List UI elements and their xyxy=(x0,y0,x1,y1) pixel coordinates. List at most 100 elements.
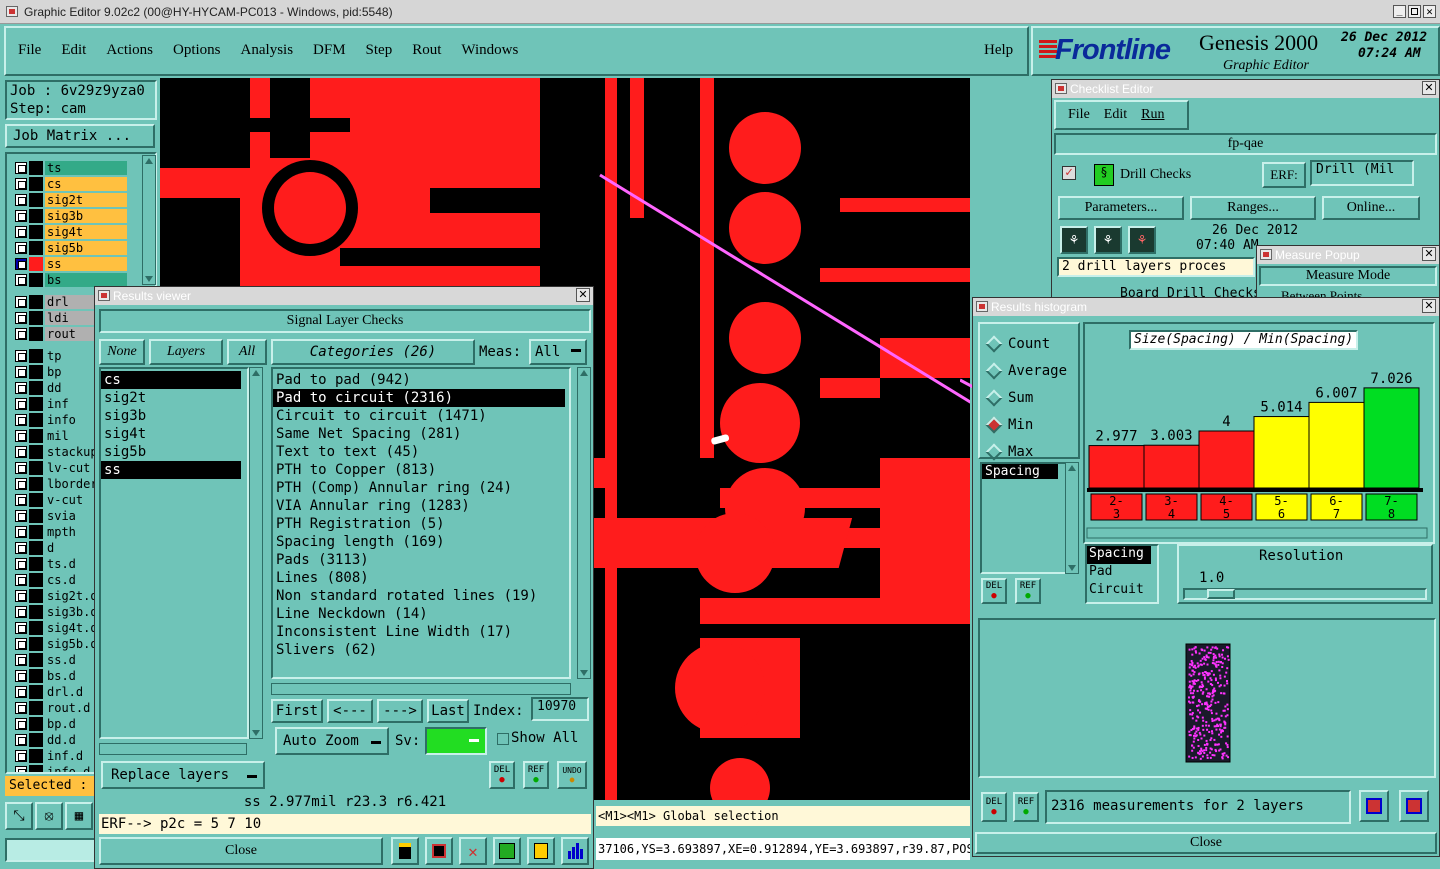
histogram-ref2-button[interactable]: REF ● xyxy=(1013,792,1039,822)
category-item[interactable]: Pad to circuit (2316) xyxy=(273,389,565,407)
layer-checkbox[interactable] xyxy=(15,398,27,410)
layers-all-button[interactable]: All xyxy=(227,339,267,365)
layer-name[interactable]: ss xyxy=(45,257,127,271)
menu-analysis[interactable]: Analysis xyxy=(241,42,294,59)
layer-checkbox[interactable] xyxy=(15,446,27,458)
layer-color-swatch[interactable] xyxy=(29,685,43,699)
layer-color-swatch[interactable] xyxy=(29,327,43,341)
layer-row[interactable]: sig5b xyxy=(15,240,127,256)
layer-checkbox[interactable] xyxy=(15,312,27,324)
categories-hscroll[interactable] xyxy=(271,683,571,695)
categories-scrollbar[interactable] xyxy=(577,367,591,679)
layer-color-swatch[interactable] xyxy=(29,621,43,635)
tool-grid-icon[interactable]: ▦ xyxy=(65,802,93,830)
nav-prev-button[interactable]: <--- xyxy=(327,699,373,723)
histogram-bar[interactable] xyxy=(1198,430,1255,489)
category-item[interactable]: Pad to pad (942) xyxy=(273,371,565,389)
layer-color-swatch[interactable] xyxy=(29,509,43,523)
layer-checkbox[interactable] xyxy=(15,590,27,602)
sv-dropdown[interactable] xyxy=(425,727,487,755)
tool-twelve-icon[interactable] xyxy=(493,837,521,865)
category-item[interactable]: Text to text (45) xyxy=(273,443,565,461)
layer-row[interactable]: sig4t xyxy=(15,224,127,240)
results-layer-scrollbar[interactable] xyxy=(249,367,263,739)
menu-actions[interactable]: Actions xyxy=(106,42,153,59)
category-item[interactable]: Pads (3113) xyxy=(273,551,565,569)
layer-checkbox[interactable] xyxy=(15,670,27,682)
layer-checkbox[interactable] xyxy=(15,382,27,394)
histogram-del2-button[interactable]: DEL ● xyxy=(981,792,1007,822)
layer-color-swatch[interactable] xyxy=(29,749,43,763)
layer-checkbox[interactable] xyxy=(15,414,27,426)
layer-color-swatch[interactable] xyxy=(29,413,43,427)
layer-checkbox[interactable] xyxy=(15,526,27,538)
parameters-button[interactable]: Parameters... xyxy=(1058,196,1184,220)
layer-color-swatch[interactable] xyxy=(29,397,43,411)
layer-checkbox[interactable] xyxy=(15,462,27,474)
histogram-mode-min[interactable]: Min xyxy=(985,411,1078,438)
histogram-del-button[interactable]: DEL ● xyxy=(981,578,1007,604)
layer-checkbox[interactable] xyxy=(15,494,27,506)
close-window-button[interactable]: ✕ xyxy=(1423,5,1436,18)
layer-name[interactable]: sig4t xyxy=(45,225,127,239)
layer-name[interactable]: sig3b xyxy=(45,209,127,223)
online-button[interactable]: Online... xyxy=(1322,196,1420,220)
layer-checkbox[interactable] xyxy=(15,296,27,308)
layer-row[interactable]: sig3b xyxy=(15,208,127,224)
resolution-slider-thumb[interactable] xyxy=(1207,589,1235,599)
histogram-bar[interactable] xyxy=(1253,416,1310,489)
radio-icon[interactable] xyxy=(985,443,1003,460)
layer-row[interactable]: ts xyxy=(15,160,127,176)
layer-checkbox[interactable] xyxy=(15,574,27,586)
histogram-bar[interactable] xyxy=(1143,444,1200,489)
layer-color-swatch[interactable] xyxy=(29,445,43,459)
results-layer-item[interactable]: sig5b xyxy=(101,443,241,461)
checklist-close-icon[interactable]: ✕ xyxy=(1422,81,1436,95)
layer-color-swatch[interactable] xyxy=(29,573,43,587)
layer-checkbox[interactable] xyxy=(15,702,27,714)
check-checkbox[interactable]: ✓ xyxy=(1062,166,1076,180)
histogram-close-button[interactable]: Close xyxy=(975,832,1437,854)
histogram-mode-average[interactable]: Average xyxy=(985,357,1078,384)
auto-zoom-dropdown[interactable]: Auto Zoom xyxy=(275,727,389,755)
histogram-axis-item[interactable]: Circuit xyxy=(1087,582,1157,600)
tool-report-icon[interactable] xyxy=(527,837,555,865)
histogram-axis-item[interactable]: Pad xyxy=(1087,564,1157,582)
layer-color-swatch[interactable] xyxy=(29,477,43,491)
layer-checkbox[interactable] xyxy=(15,478,27,490)
layer-list-scrollbar[interactable] xyxy=(142,155,156,285)
layer-color-swatch[interactable] xyxy=(29,717,43,731)
erf-value[interactable]: Drill (Mil xyxy=(1310,160,1414,186)
category-item[interactable]: Non standard rotated lines (19) xyxy=(273,587,565,605)
run-stop-icon[interactable]: ⚘ xyxy=(1128,226,1156,254)
tool-zoom-icon[interactable]: ⤡ xyxy=(5,802,33,830)
checklist-menu-run[interactable]: Run xyxy=(1141,107,1164,123)
layer-color-swatch[interactable] xyxy=(29,349,43,363)
maximize-button[interactable] xyxy=(1408,5,1421,18)
minimize-button[interactable]: _ xyxy=(1393,5,1406,18)
histogram-hscroll[interactable] xyxy=(1086,527,1428,539)
layer-checkbox[interactable] xyxy=(15,430,27,442)
histogram-mode-max[interactable]: Max xyxy=(985,438,1078,465)
ranges-button[interactable]: Ranges... xyxy=(1190,196,1316,220)
results-layer-item[interactable]: sig3b xyxy=(101,407,241,425)
layer-checkbox[interactable] xyxy=(15,638,27,650)
menu-windows[interactable]: Windows xyxy=(461,42,518,59)
histogram-field-scrollbar[interactable] xyxy=(1065,462,1079,574)
radio-icon[interactable] xyxy=(985,389,1003,406)
run-step-icon[interactable]: ⚘ xyxy=(1094,226,1122,254)
layer-color-swatch[interactable] xyxy=(29,765,43,772)
checklist-menu-edit[interactable]: Edit xyxy=(1104,107,1127,123)
layer-row[interactable]: ss xyxy=(15,256,127,272)
layer-checkbox[interactable] xyxy=(15,750,27,762)
rv-ref-button[interactable]: REF ● xyxy=(523,761,549,789)
layer-color-swatch[interactable] xyxy=(29,177,43,191)
layer-color-swatch[interactable] xyxy=(29,193,43,207)
resolution-slider[interactable] xyxy=(1183,588,1427,600)
tool-measure-icon[interactable]: ⦻ xyxy=(35,802,63,830)
layer-checkbox[interactable] xyxy=(15,178,27,190)
menu-step[interactable]: Step xyxy=(366,42,393,59)
layer-color-swatch[interactable] xyxy=(29,429,43,443)
layer-color-swatch[interactable] xyxy=(29,365,43,379)
results-layer-item[interactable]: sig4t xyxy=(101,425,241,443)
